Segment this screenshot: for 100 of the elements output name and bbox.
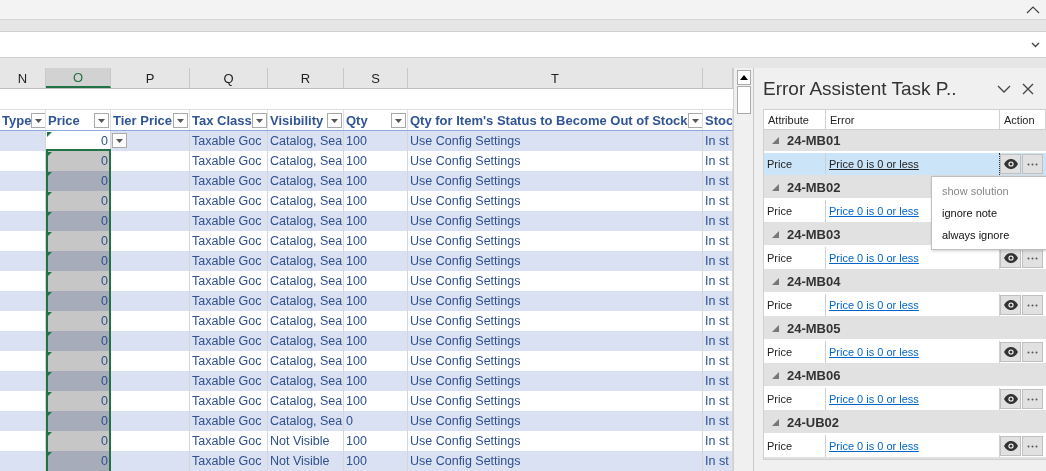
eye-icon [1003,253,1018,263]
column-header: Tier Price [113,112,173,128]
filter-button[interactable] [251,112,267,128]
table-cell: 100 [346,374,367,388]
error-row[interactable]: Price Price 0 is 0 or less [764,247,1046,271]
table-cell: In st [705,254,729,268]
table-cell: Use Config Settings [410,334,521,348]
column-header: Stoc [705,112,732,128]
error-row[interactable]: Price Price 0 is 0 or less [764,388,1046,412]
table-cell: In st [705,434,729,448]
column-header: Attribute [764,110,826,129]
filter-button[interactable] [94,112,109,128]
table-cell: Catalog, Sea [270,414,343,428]
error-link[interactable]: Price 0 is 0 or less [829,158,919,170]
eye-icon [1003,300,1018,310]
table-cell: 100 [346,394,367,408]
table-cell: Catalog, Sea [270,154,343,168]
error-link[interactable]: Price 0 is 0 or less [829,346,919,358]
group-header[interactable]: 24-UB02 [764,412,1046,435]
table-cell: 0 [101,294,108,308]
error-link[interactable]: Price 0 is 0 or less [829,205,919,217]
error-link[interactable]: Price 0 is 0 or less [829,252,919,264]
dropdown-button[interactable] [112,133,127,148]
error-row[interactable]: Price Price 0 is 0 or less [764,153,1046,177]
filter-button[interactable] [327,112,342,128]
table-cell: In st [705,214,729,228]
column-header: Type [2,112,32,128]
scroll-up-button[interactable] [736,70,751,85]
expand-formula-bar-icon[interactable] [1031,41,1040,48]
filter-button[interactable] [391,112,406,128]
table-cell: Use Config Settings [410,354,521,368]
table-cell: Use Config Settings [410,314,521,328]
menu-item[interactable]: ignore note [932,202,1046,224]
table-cell: 0 [101,454,108,468]
group-header[interactable]: 24-MB01 [764,130,1046,153]
table-cell: Use Config Settings [410,374,521,388]
more-icon [1027,397,1038,401]
table-cell: Catalog, Sea [270,174,343,188]
table-cell: Catalog, Sea [270,274,343,288]
pane-title: Error Assistent Task P.. [763,77,958,100]
expanded-icon[interactable] [772,325,779,332]
table-cell: 100 [346,354,367,368]
expanded-icon[interactable] [772,184,779,191]
show-button[interactable] [1000,154,1021,174]
table-cell: 0 [101,314,108,328]
expanded-icon[interactable] [772,278,779,285]
column-header: Tax Class [192,112,252,128]
attribute-text: Price [767,440,793,452]
table-cell: Use Config Settings [410,134,521,148]
attribute-text: Price [767,346,793,358]
filter-button[interactable] [687,112,702,128]
table-cell: In st [705,154,729,168]
group-header[interactable]: 24-MB06 [764,365,1046,388]
table-cell: 0 [346,414,353,428]
table-cell: Taxable Goc [192,234,262,248]
error-row[interactable]: Price Price 0 is 0 or less [764,435,1046,459]
table-cell: Use Config Settings [410,414,521,428]
table-cell: 0 [101,414,108,428]
table-cell: Catalog, Sea [270,394,343,408]
error-row[interactable]: Price Price 0 is 0 or less [764,294,1046,318]
table-cell: 100 [346,334,367,348]
table-cell: Use Config Settings [410,434,521,448]
collapse-ribbon-icon[interactable] [1026,5,1040,14]
eye-icon [1003,347,1018,357]
expanded-icon[interactable] [772,372,779,379]
table-cell: 0 [101,214,108,228]
column-letter[interactable]: O [46,68,111,88]
table-cell: In st [705,314,729,328]
table-cell: Use Config Settings [410,254,521,268]
show-button[interactable] [1000,389,1021,409]
scroll-thumb[interactable] [736,86,751,114]
error-link[interactable]: Price 0 is 0 or less [829,440,919,452]
table-cell: In st [705,274,729,288]
expanded-icon[interactable] [772,137,779,144]
show-button[interactable] [1000,436,1021,456]
expanded-icon[interactable] [772,419,779,426]
more-icon [1027,303,1038,307]
group-header[interactable]: 24-MB05 [764,318,1046,341]
table-cell: Catalog, Sea [270,214,343,228]
table-cell: 100 [346,294,367,308]
group-header[interactable]: 24-MB04 [764,271,1046,294]
table-cell: Use Config Settings [410,194,521,208]
error-link[interactable]: Price 0 is 0 or less [829,393,919,405]
show-button[interactable] [1000,342,1021,362]
table-cell: In st [705,194,729,208]
table-cell: 100 [346,274,367,288]
table-cell: 0 [101,174,108,188]
table-cell: Taxable Goc [192,154,262,168]
filter-button[interactable] [173,112,188,128]
table-cell: Catalog, Sea [270,334,343,348]
show-button[interactable] [1000,295,1021,315]
eye-icon [1003,441,1018,451]
table-cell: Taxable Goc [192,294,262,308]
filter-button[interactable] [31,112,45,128]
menu-item[interactable]: always ignore [932,224,1046,246]
error-link[interactable]: Price 0 is 0 or less [829,299,919,311]
expanded-icon[interactable] [772,231,779,238]
table-cell: Taxable Goc [192,194,262,208]
error-row[interactable]: Price Price 0 is 0 or less [764,341,1046,365]
show-button[interactable] [1000,248,1021,268]
